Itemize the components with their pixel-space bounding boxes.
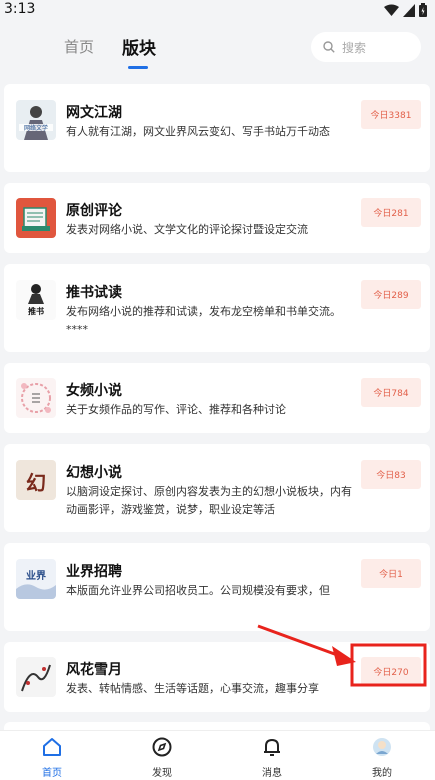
forum-icon-yuanchuang (16, 198, 56, 238)
today-count-badge: 今日784 (361, 378, 421, 407)
forum-title: 推书试读 (66, 285, 122, 301)
nav-messages-label: 消息 (262, 768, 282, 779)
search-placeholder: 搜索 (342, 40, 367, 55)
wifi-icon (384, 4, 399, 16)
today-count-badge: 今日83 (361, 460, 421, 489)
svg-text:业界: 业界 (26, 569, 46, 582)
status-time: 3:13 (4, 1, 36, 17)
svg-text:幻: 幻 (26, 471, 46, 495)
forum-icon-tuishu: 推书 (16, 280, 56, 320)
forum-card[interactable]: 业界 业界招聘 本版面允许业界公司招收员工。公司规模没有要求，但 今日1 (4, 543, 430, 631)
forum-desc: 发表对网络小说、文学文化的评论探讨暨设定交流 (66, 223, 308, 236)
forum-card[interactable]: 风花雪月 发表、转帖情感、生活等话题，心事交流，趣事分享 今日270 (4, 642, 430, 712)
signal-icon (403, 3, 415, 17)
forum-icon-huanxiang: 幻 (16, 460, 56, 500)
battery-icon (419, 3, 427, 17)
status-bar: 3:13 (0, 0, 435, 22)
nav-messages[interactable]: 消息 (242, 737, 302, 779)
forum-title: 原创评论 (66, 203, 122, 219)
forum-title: 女频小说 (66, 383, 122, 399)
bottom-nav: 首页 发现 消息 我的 (0, 730, 435, 780)
forum-icon-wenjianghu: 网络文学 (16, 100, 56, 140)
forum-card[interactable]: 原创评论 发表对网络小说、文学文化的评论探讨暨设定交流 今日281 (4, 183, 430, 253)
forum-desc: 本版面允许业界公司招收员工。公司规模没有要求，但 (66, 584, 330, 597)
forum-card[interactable]: 网络文学 网文江湖 有人就有江湖，网文业界风云变幻、写手书站万千动态 今日338… (4, 84, 430, 172)
forum-desc: 有人就有江湖，网文业界风云变幻、写手书站万千动态 (66, 125, 330, 138)
today-count-badge: 今日289 (361, 280, 421, 309)
top-header: 首页 版块 搜索 (0, 22, 435, 84)
today-count-badge: 今日270 (361, 657, 421, 686)
forum-desc: 以脑洞设定探讨、原创内容发表为主的幻想小说板块，内有动画影评，游戏鉴赏，说梦，职… (66, 485, 352, 516)
forum-desc: 关于女频作品的写作、评论、推荐和各种讨论 (66, 403, 286, 416)
search-icon (323, 41, 335, 53)
forum-title: 风花雪月 (66, 662, 122, 678)
forum-icon-fenghua (16, 657, 56, 697)
svg-text:推书: 推书 (28, 306, 44, 316)
bell-icon (264, 739, 280, 756)
active-tab-indicator (128, 66, 148, 69)
nav-home[interactable]: 首页 (22, 737, 82, 779)
compass-icon (152, 737, 172, 757)
home-icon (43, 738, 61, 756)
avatar-icon (373, 738, 391, 756)
today-count-badge: 今日1 (361, 559, 421, 588)
status-icons (384, 3, 427, 17)
nav-discover[interactable]: 发现 (132, 737, 192, 779)
forum-icon-nvpin (16, 378, 56, 418)
forum-title: 网文江湖 (66, 105, 122, 121)
svg-text:网络文学: 网络文学 (24, 124, 48, 132)
search-input[interactable]: 搜索 (311, 32, 421, 62)
forum-title: 幻想小说 (66, 465, 122, 481)
forum-icon-yejie: 业界 (16, 559, 56, 599)
today-count-badge: 今日3381 (361, 100, 421, 129)
nav-mine[interactable]: 我的 (352, 737, 412, 779)
tab-home[interactable]: 首页 (64, 36, 94, 57)
forum-card[interactable]: 女频小说 关于女频作品的写作、评论、推荐和各种讨论 今日784 (4, 363, 430, 433)
forum-desc: 发表、转帖情感、生活等话题，心事交流，趣事分享 (66, 682, 319, 695)
forum-card[interactable]: 幻 幻想小说 以脑洞设定探讨、原创内容发表为主的幻想小说板块，内有动画影评，游戏… (4, 444, 430, 532)
nav-home-label: 首页 (42, 768, 62, 779)
forum-card[interactable]: 推书 推书试读 发布网络小说的推荐和试读，发布龙空榜单和书单交流。**** 今日… (4, 264, 430, 352)
nav-mine-label: 我的 (372, 768, 392, 779)
tab-section[interactable]: 版块 (122, 34, 156, 59)
forum-title: 业界招聘 (66, 564, 122, 580)
forum-desc: 发布网络小说的推荐和试读，发布龙空榜单和书单交流。**** (66, 305, 341, 336)
nav-discover-label: 发现 (152, 768, 172, 779)
today-count-badge: 今日281 (361, 198, 421, 227)
